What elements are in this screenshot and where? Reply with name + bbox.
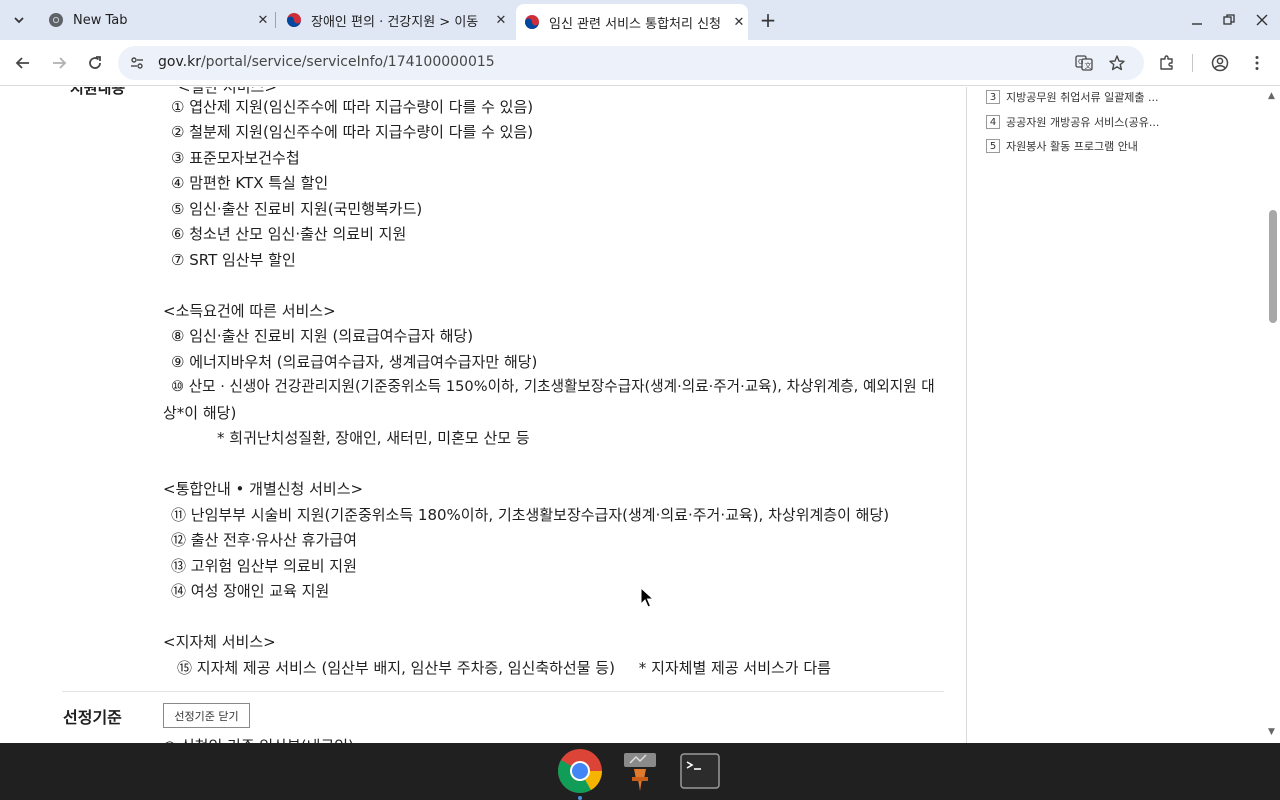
scroll-up-icon[interactable]: ▲ [1268, 91, 1275, 101]
related-service-item[interactable]: 3 지방공무원 취업서류 일괄제출 ... [986, 89, 1159, 105]
chrome-icon [558, 749, 602, 793]
close-tab-button[interactable]: ✕ [730, 13, 748, 31]
taskbar [0, 743, 1280, 800]
terminal-icon [680, 753, 720, 789]
active-app-indicator [578, 796, 582, 800]
page-content: 지원내용 <일반 서비스> ① 엽산제 지원(임신주수에 따라 지급수량이 다를… [0, 87, 1280, 743]
chevron-down-icon [14, 17, 24, 24]
service-line: ⑪ 난임부부 시술비 지원(기준중위소득 180%이하, 기초생활보장수급자(생… [171, 506, 890, 524]
restore-icon [1223, 14, 1235, 25]
service-line: ⑬ 고위험 임산부 의료비 지원 [171, 557, 357, 575]
column-divider [966, 87, 967, 743]
subheading: <지자체 서비스> [163, 633, 276, 651]
tab-title: New Tab [73, 12, 128, 28]
section-label: 선정기준 [63, 708, 122, 727]
service-line: ④ 맘편한 KTX 특실 할인 [171, 174, 329, 192]
browser-toolbar: gov.kr/portal/service/serviceInfo/174100… [0, 40, 1280, 86]
section-divider [62, 691, 944, 692]
service-line: ⑤ 임신·출산 진료비 지원(국민행복카드) [171, 200, 423, 218]
extensions-button[interactable] [1155, 51, 1179, 75]
menu-button[interactable] [1245, 51, 1269, 75]
item-label: 공공자원 개방공유 서비스(공유... [1006, 116, 1160, 129]
tab-new-tab[interactable]: New Tab ✕ [40, 0, 272, 40]
service-footnote: * 희귀난치성질환, 장애인, 새터민, 미혼모 산모 등 [217, 429, 530, 447]
address-bar[interactable]: gov.kr/portal/service/serviceInfo/174100… [118, 46, 1144, 80]
file-manager-icon [624, 753, 656, 791]
tab-strip: New Tab ✕ 장애인 편의 · 건강지원 > 이동 ✕ 임신 관련 서비스… [0, 0, 1280, 40]
service-line: ⑭ 여성 장애인 교육 지원 [171, 582, 330, 600]
scrollbar[interactable] [1266, 87, 1280, 743]
profile-button[interactable] [1208, 51, 1232, 75]
close-tab-button[interactable]: ✕ [492, 11, 510, 29]
arrow-right-icon [53, 57, 67, 69]
arrow-left-icon [15, 57, 29, 69]
toolbar-separator [1192, 54, 1193, 72]
service-line: ⑫ 출산 전후·유사산 휴가급여 [171, 531, 357, 549]
reload-icon [89, 56, 101, 69]
service-line: ⑮ 지자체 제공 서비스 (임산부 배지, 임산부 주차증, 임신축하선물 등)… [177, 659, 831, 677]
scrollbar-thumb[interactable] [1269, 210, 1277, 323]
url-domain: gov.kr [158, 54, 201, 70]
service-line: ① 엽산제 지원(임신주수에 따라 지급수량이 다를 수 있음) [171, 98, 534, 116]
translate-icon[interactable]: G文 [1075, 54, 1093, 72]
url-path: /portal/service/serviceInfo/174100000015 [200, 54, 495, 70]
close-criteria-button[interactable]: 선정기준 닫기 [163, 703, 250, 728]
related-service-item[interactable]: 4 공공자원 개방공유 서비스(공유... [986, 114, 1159, 130]
site-settings-icon[interactable] [128, 54, 146, 72]
service-line: ⑦ SRT 임산부 할인 [171, 251, 296, 269]
item-label: 자원봉사 활동 프로그램 안내 [1006, 140, 1138, 153]
puzzle-icon [1160, 55, 1173, 70]
url-text: gov.kr/portal/service/serviceInfo/174100… [158, 54, 495, 70]
service-line: ⑩ 산모 · 신생아 건강관리지원(기준중위소득 150%이하, 기초생활보장수… [171, 378, 935, 395]
minimize-button[interactable] [1187, 10, 1207, 30]
service-line-cont: 상*이 해당) [163, 404, 237, 422]
service-line: ⑧ 임신·출산 진료비 지원 (의료급여수급자 해당) [171, 327, 474, 345]
bookmark-star-icon[interactable] [1108, 54, 1126, 72]
more-vert-icon [1255, 56, 1259, 70]
taskbar-file-manager[interactable] [616, 747, 664, 795]
subheading: <통합안내 • 개별신청 서비스> [163, 480, 364, 498]
taskbar-chrome[interactable] [556, 747, 604, 795]
item-label: 지방공무원 취업서류 일괄제출 ... [1006, 91, 1159, 104]
section-label: 지원내용 [70, 87, 126, 97]
item-number: 5 [986, 139, 1000, 153]
chrome-icon [48, 12, 64, 28]
item-number: 3 [986, 90, 1000, 104]
account-icon [1211, 54, 1229, 72]
criteria-line: ○ 신청인 기준 임산부(내국인) [163, 735, 354, 743]
close-icon [1256, 14, 1268, 26]
tab-title: 임신 관련 서비스 통합처리 신청 [549, 16, 722, 32]
svg-text:文: 文 [1085, 61, 1092, 70]
gov-taegeuk-icon [524, 14, 540, 30]
tab-title: 장애인 편의 · 건강지원 > 이동 [311, 14, 479, 30]
back-button[interactable] [11, 51, 35, 75]
tab-pregnancy-services[interactable]: 임신 관련 서비스 통합처리 신청 ✕ [516, 4, 748, 40]
tab-disability-support[interactable]: 장애인 편의 · 건강지원 > 이동 ✕ [278, 0, 510, 40]
forward-button[interactable] [47, 51, 71, 75]
tab-separator [275, 12, 276, 28]
service-line: ② 철분제 지원(임신주수에 따라 지급수량이 다를 수 있음) [171, 123, 534, 141]
scroll-down-icon[interactable]: ▼ [1268, 727, 1275, 737]
tab-search-button[interactable] [6, 8, 32, 32]
close-tab-button[interactable]: ✕ [254, 11, 272, 29]
taskbar-terminal[interactable] [676, 747, 724, 795]
related-service-item[interactable]: 5 자원봉사 활동 프로그램 안내 [986, 138, 1138, 154]
service-detail: 지원내용 <일반 서비스> ① 엽산제 지원(임신주수에 따라 지급수량이 다를… [0, 87, 966, 743]
new-tab-button[interactable]: + [756, 8, 780, 32]
minimize-icon [1192, 23, 1202, 25]
service-line: ⑥ 청소년 산모 임신·출산 의료비 지원 [171, 225, 407, 243]
svg-text:G: G [1078, 58, 1083, 66]
restore-button[interactable] [1219, 10, 1239, 30]
gov-taegeuk-icon [286, 12, 302, 28]
item-number: 4 [986, 115, 1000, 129]
subheading: <일반 서비스> [178, 87, 277, 96]
service-line: ⑨ 에너지바우처 (의료급여수급자, 생계급여수급자만 해당) [171, 353, 538, 371]
reload-button[interactable] [83, 51, 107, 75]
service-line: ③ 표준모자보건수첩 [171, 149, 300, 167]
mouse-pointer-icon [640, 587, 654, 608]
close-window-button[interactable] [1252, 10, 1272, 30]
subheading: <소득요건에 따른 서비스> [163, 302, 336, 320]
